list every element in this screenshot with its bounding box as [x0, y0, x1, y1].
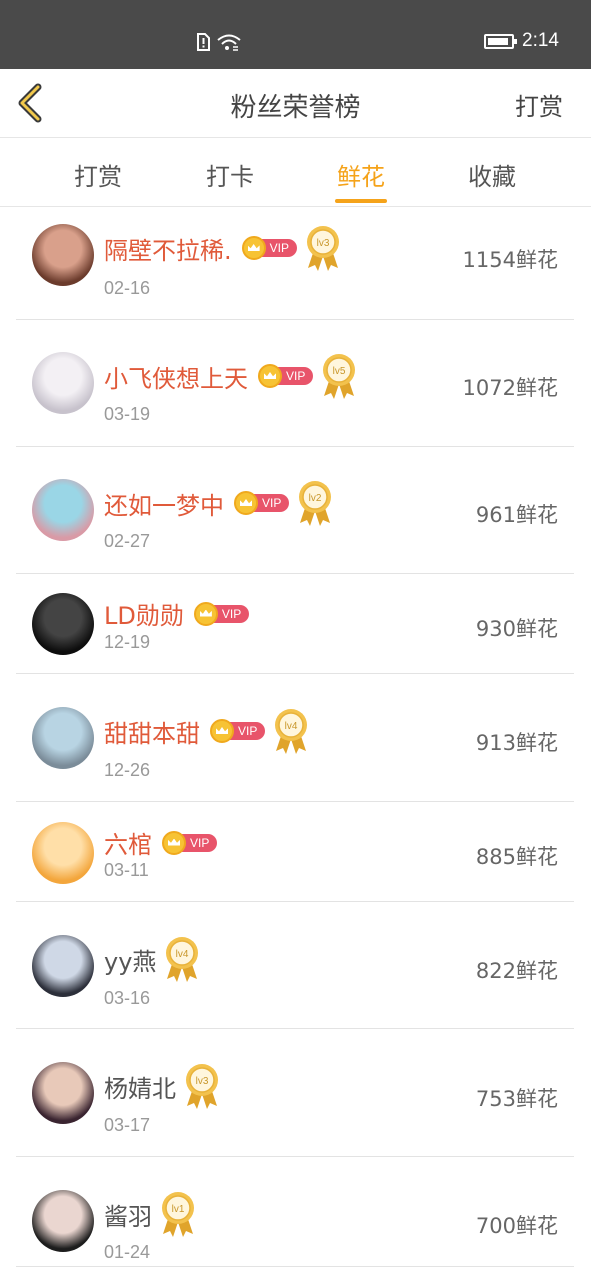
- fan-name[interactable]: 六棺: [104, 825, 152, 860]
- name-line: 甜甜本甜 VIP lv4: [104, 707, 309, 755]
- level-medal-icon: lv2: [299, 481, 332, 526]
- fan-date: 12-19: [104, 632, 151, 652]
- avatar[interactable]: [32, 224, 94, 286]
- avatar[interactable]: [32, 707, 94, 769]
- level-label: lv4: [176, 949, 189, 960]
- name-line: 小飞侠想上天 VIP lv5: [104, 352, 357, 400]
- wifi-icon: [217, 34, 241, 51]
- tab-bar: 打赏 打卡 鲜花 收藏: [0, 139, 591, 207]
- fan-row[interactable]: yy燕 lv4 03-16 822鲜花: [16, 902, 574, 1029]
- fan-name[interactable]: yy燕: [104, 942, 156, 977]
- status-icons: [196, 33, 242, 51]
- header: 粉丝荣誉榜 打赏: [0, 69, 591, 138]
- name-line: 隔壁不拉稀. VIP lv3: [104, 224, 341, 272]
- crown-icon: [241, 236, 266, 260]
- battery-icon: [484, 33, 518, 49]
- name-line: 酱羽 lv1: [104, 1190, 196, 1238]
- fan-date: 01-24: [104, 1242, 151, 1262]
- tab-active-indicator: [335, 199, 387, 203]
- vip-badge: VIP: [258, 364, 314, 388]
- crown-icon: [193, 601, 218, 626]
- level-label: lv5: [333, 366, 346, 377]
- fan-row[interactable]: 六棺 VIP 03-11 885鲜花: [16, 802, 574, 902]
- flower-count: 930鲜花: [475, 617, 558, 641]
- flower-count: 961鲜花: [475, 503, 558, 527]
- fan-row[interactable]: 甜甜本甜 VIP lv4 12-26 913鲜花: [16, 674, 574, 802]
- status-bar: 2:14: [0, 0, 591, 69]
- level-medal-icon: lv3: [186, 1064, 218, 1109]
- avatar[interactable]: [32, 935, 94, 997]
- vip-badge: VIP: [193, 601, 250, 626]
- fan-date: 02-27: [104, 531, 151, 551]
- crown-icon: [210, 719, 234, 743]
- fan-name[interactable]: 酱羽: [104, 1197, 152, 1232]
- vip-badge: VIP: [234, 491, 290, 515]
- level-medal-icon: lv3: [306, 226, 339, 271]
- fan-name[interactable]: 甜甜本甜: [104, 714, 200, 749]
- name-line: 还如一梦中 VIP lv2: [104, 479, 333, 527]
- flower-count: 1072鲜花: [462, 376, 558, 400]
- level-label: lv3: [317, 238, 330, 249]
- vip-badge: VIP: [162, 830, 218, 855]
- tab-favorites[interactable]: 收藏: [452, 157, 532, 192]
- fan-name[interactable]: 杨婧北: [104, 1069, 176, 1104]
- flower-count: 913鲜花: [475, 731, 558, 755]
- fan-name[interactable]: LD勋勋: [104, 596, 184, 631]
- avatar[interactable]: [32, 352, 94, 414]
- fan-date: 12-26: [104, 760, 151, 780]
- fan-date: 03-19: [104, 404, 151, 424]
- fan-row[interactable]: 还如一梦中 VIP lv2 02-27 961鲜花: [16, 447, 574, 574]
- avatar[interactable]: [32, 479, 94, 541]
- fan-date: 03-16: [104, 988, 151, 1008]
- fan-name[interactable]: 小飞侠想上天: [104, 359, 248, 394]
- vip-badge: VIP: [210, 719, 266, 743]
- flower-count: 885鲜花: [475, 845, 558, 869]
- fan-row[interactable]: LD勋勋 VIP 12-19 930鲜花: [16, 574, 574, 674]
- tab-checkin[interactable]: 打卡: [190, 157, 270, 192]
- fan-row[interactable]: 酱羽 lv1 01-24 700鲜花: [16, 1157, 574, 1267]
- tab-flowers[interactable]: 鲜花: [321, 157, 401, 192]
- flower-count: 700鲜花: [475, 1214, 558, 1238]
- name-line: yy燕 lv4: [104, 935, 200, 983]
- avatar[interactable]: [32, 1062, 94, 1124]
- fan-name[interactable]: 还如一梦中: [104, 486, 224, 521]
- fan-date: 02-16: [104, 278, 151, 298]
- fan-name[interactable]: 隔壁不拉稀.: [104, 231, 232, 266]
- fan-date: 03-17: [104, 1115, 151, 1135]
- level-medal-icon: lv5: [323, 354, 356, 399]
- vip-badge: VIP: [241, 236, 297, 260]
- tab-reward[interactable]: 打赏: [58, 157, 138, 192]
- crown-icon: [258, 364, 282, 388]
- fan-row[interactable]: 杨婧北 lv3 03-17 753鲜花: [16, 1029, 574, 1157]
- level-medal-icon: lv4: [166, 937, 199, 982]
- crown-icon: [162, 830, 186, 855]
- page-title: 粉丝荣誉榜: [230, 93, 361, 123]
- reward-button[interactable]: 打赏: [515, 87, 563, 122]
- name-line: LD勋勋 VIP: [104, 596, 250, 631]
- fan-row[interactable]: 隔壁不拉稀. VIP lv3 02-16 1154鲜花: [16, 208, 574, 320]
- flower-count: 753鲜花: [475, 1087, 558, 1111]
- name-line: 杨婧北 lv3: [104, 1062, 220, 1110]
- avatar[interactable]: [32, 1190, 94, 1252]
- level-label: lv2: [309, 493, 322, 504]
- avatar[interactable]: [32, 822, 94, 884]
- flower-count: 1154鲜花: [462, 248, 558, 272]
- level-medal-icon: lv4: [275, 709, 308, 754]
- crown-icon: [234, 491, 258, 515]
- fan-row[interactable]: 小飞侠想上天 VIP lv5 03-19 1072鲜花: [16, 320, 574, 447]
- level-medal-icon: lv1: [162, 1192, 194, 1237]
- level-label: lv4: [285, 721, 298, 732]
- sim-alert-icon: [197, 33, 210, 51]
- level-label: lv3: [196, 1076, 209, 1087]
- fan-ranking-list: 隔壁不拉稀. VIP lv3 02-16 1154鲜花小飞侠想上天 VIP lv5 03-…: [16, 208, 574, 1267]
- level-label: lv1: [172, 1204, 185, 1215]
- flower-count: 822鲜花: [475, 959, 558, 983]
- fan-date: 03-11: [104, 860, 149, 880]
- avatar[interactable]: [32, 593, 94, 655]
- name-line: 六棺 VIP: [104, 825, 218, 860]
- status-time: 2:14: [522, 30, 559, 51]
